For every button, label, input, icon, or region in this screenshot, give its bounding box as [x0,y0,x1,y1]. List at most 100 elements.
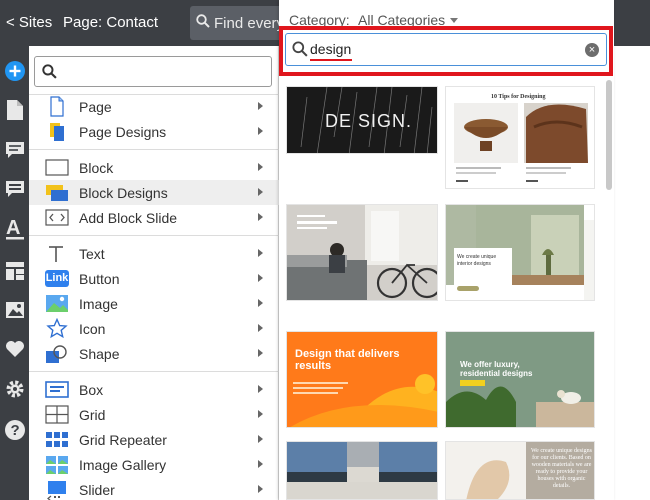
form-icon[interactable] [2,176,27,201]
menu-item-label: Grid Repeater [79,432,167,448]
baskets-image [454,103,588,182]
slider-icon [45,479,69,500]
divider [29,235,279,236]
menu-search-box[interactable] [34,56,272,87]
chevron-right-icon [258,213,263,221]
menu-search-input[interactable] [61,61,266,83]
shape-icon [45,343,69,364]
design-thumbnail[interactable]: We create unique designs for our clients… [445,441,595,500]
divider [29,149,279,150]
menu-item-label: Add Block Slide [79,210,178,226]
block-designs-panel: Category: All Categories design × DE SIG… [279,0,614,500]
help-icon[interactable]: ? [2,417,27,442]
layout-icon[interactable] [2,258,27,283]
chevron-right-icon [258,188,263,196]
menu-item-slider[interactable]: Slider [29,477,279,500]
menu-item-label: Shape [79,346,120,362]
grid-icon [45,404,69,425]
menu-item-grid-repeater[interactable]: Grid Repeater [29,427,279,452]
chevron-right-icon [258,485,263,493]
design-button [457,286,479,291]
image-gallery-icon [45,454,69,475]
find-everywhere-text: Find every [214,15,285,32]
design-thumbnail[interactable]: DE SIGN. [286,86,438,154]
search-icon [196,14,210,32]
chevron-right-icon [258,102,263,110]
add-element-menu: Page Page Designs Block Block Designs Ad… [29,46,279,500]
design-thumbnail[interactable]: We create unique interior designs [445,204,595,301]
left-toolbar: A ? [0,46,29,500]
comment-icon[interactable] [2,137,27,162]
design-title: DE SIGN. [325,111,413,131]
design-thumbnail[interactable] [286,441,438,500]
font-icon[interactable]: A [2,216,27,241]
menu-item-block-designs[interactable]: Block Designs [29,180,279,205]
chevron-right-icon [258,435,263,443]
menu-item-label: Block [79,160,114,176]
design-thumbnail[interactable]: Design that delivers results [286,331,438,428]
search-icon [42,64,57,84]
menu-item-image[interactable]: Image [29,291,279,316]
scrollbar[interactable] [606,80,612,190]
menu-item-label: Text [79,246,105,262]
menu-item-grid[interactable]: Grid [29,402,279,427]
menu-item-label: Slider [79,482,115,498]
page-icon [45,96,69,117]
design-text-card: We create unique interior designs [454,248,512,298]
menu-item-label: Icon [79,321,106,337]
design-thumbnail[interactable] [286,204,438,301]
chevron-right-icon [258,163,263,171]
chevron-right-icon [258,249,263,257]
chevron-right-icon [258,349,263,357]
menu-item-page-designs[interactable]: Page Designs [29,119,279,144]
design-title: Design that delivers results [295,348,400,372]
page-selector[interactable]: Page: Contact [63,14,158,31]
page-icon[interactable] [2,97,27,122]
sites-link[interactable]: < Sites [6,14,52,31]
menu-item-label: Page [79,99,112,115]
spellcheck-underline [310,59,352,61]
design-thumbnail[interactable]: 10 Tips for Designing [445,86,595,189]
design-button [460,380,485,386]
menu-item-block[interactable]: Block [29,155,279,180]
chevron-right-icon [258,324,263,332]
chevron-right-icon [258,460,263,468]
menu-item-label: Page Designs [79,124,167,140]
divider [29,371,279,372]
menu-item-box[interactable]: Box [29,377,279,402]
menu-item-add-block-slide[interactable]: Add Block Slide [29,205,279,230]
chevron-right-icon [258,274,263,282]
chevron-right-icon [258,410,263,418]
menu-item-image-gallery[interactable]: Image Gallery [29,452,279,477]
menu-item-shape[interactable]: Shape [29,341,279,366]
design-title: We create unique interior designs [457,254,497,267]
design-title: We create unique designs for our clients… [531,448,592,489]
menu-item-label: Box [79,382,104,398]
kitchen-image [287,442,437,499]
block-icon [45,157,69,178]
box-icon [45,379,69,400]
menu-item-page[interactable]: Page [29,94,279,119]
block-designs-icon [45,182,69,203]
menu-item-label: Image Gallery [79,457,167,473]
heart-icon[interactable] [2,336,27,361]
chevron-down-icon[interactable] [450,18,458,23]
image-icon[interactable] [2,297,27,322]
svg-text:A: A [6,217,20,239]
image-icon [45,293,69,314]
clear-search-icon[interactable]: × [585,43,599,57]
menu-item-label: Block Designs [79,185,168,201]
find-everywhere-search[interactable]: Find every [190,6,290,40]
orange-waves [287,332,437,427]
menu-item-button[interactable]: Link Button [29,266,279,291]
design-thumbnail[interactable]: We offer luxury, residential designs [445,331,595,428]
design-title: We offer luxury, residential designs [460,360,533,378]
menu-item-text[interactable]: Text [29,241,279,266]
menu-item-label: Button [79,271,120,287]
add-icon[interactable] [2,58,27,83]
design-search-value[interactable]: design [310,41,351,57]
settings-icon[interactable] [2,376,27,401]
menu-item-icon[interactable]: Icon [29,316,279,341]
chevron-right-icon [258,299,263,307]
design-search-box[interactable]: design × [285,33,607,66]
